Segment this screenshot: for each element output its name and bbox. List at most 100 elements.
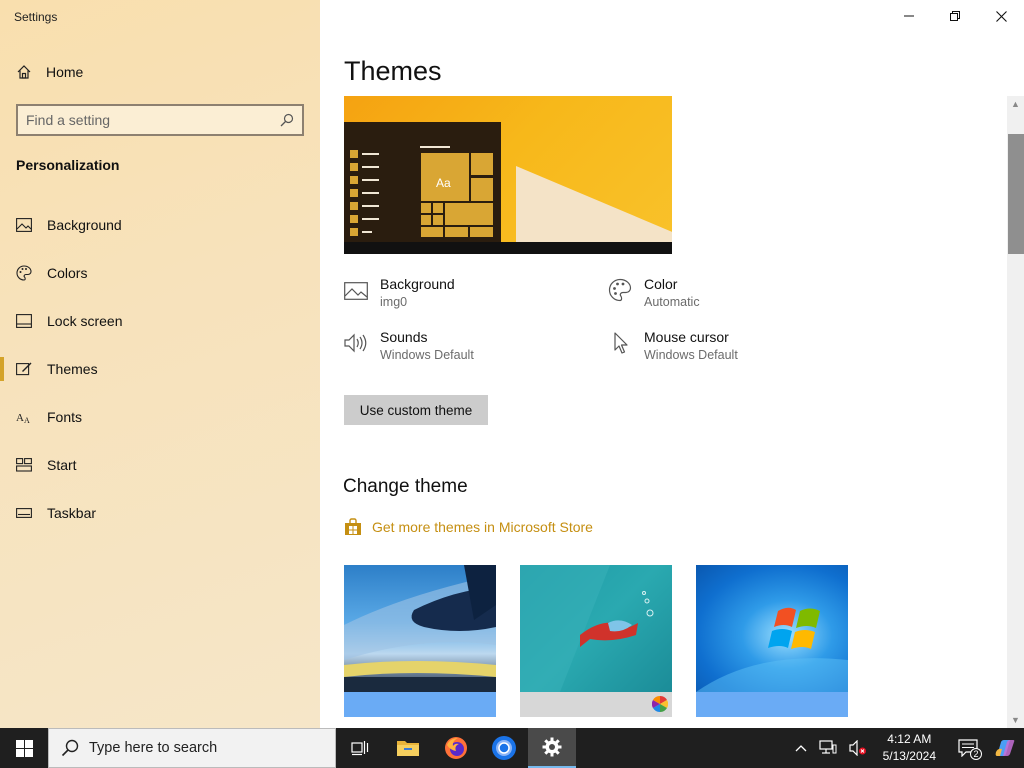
svg-text:A: A [24, 416, 30, 424]
gear-icon [542, 737, 562, 757]
task-view-button[interactable] [336, 728, 384, 768]
network-icon [819, 740, 837, 754]
background-property[interactable]: Background img0 [344, 276, 455, 309]
search-icon[interactable] [280, 113, 294, 127]
copilot-icon [995, 740, 1015, 756]
clock[interactable]: 4:12 AM 5/13/2024 [873, 731, 946, 765]
theme-color-strip [520, 692, 672, 717]
sidebar: Settings Home Personalization Background… [0, 0, 320, 728]
theme-thumbnail-2[interactable] [520, 565, 672, 717]
mouse-cursor-property[interactable]: Mouse cursor Windows Default [608, 329, 738, 362]
property-value: Windows Default [380, 348, 474, 362]
sidebar-item-label: Fonts [47, 409, 83, 425]
store-link-label: Get more themes in Microsoft Store [372, 519, 593, 535]
change-theme-title: Change theme [343, 476, 468, 497]
taskbar-search-placeholder: Type here to search [89, 740, 218, 756]
palette-icon [16, 265, 32, 281]
clock-date: 5/13/2024 [882, 749, 936, 763]
app-title: Settings [14, 10, 58, 24]
clock-time: 4:12 AM [887, 732, 932, 746]
property-name: Color [644, 276, 678, 292]
home-link[interactable]: Home [16, 64, 83, 80]
network-button[interactable] [813, 728, 843, 768]
taskbar-search-box[interactable]: Type here to search [48, 728, 336, 768]
folder-icon [397, 741, 419, 756]
theme-preview: Aa [344, 96, 672, 254]
copilot-button[interactable] [990, 728, 1024, 768]
chrome-button[interactable] [480, 728, 528, 768]
cursor-icon [614, 332, 628, 354]
file-explorer-button[interactable] [384, 728, 432, 768]
scroll-up-arrow[interactable]: ▲ [1007, 98, 1024, 110]
start-button[interactable] [0, 728, 48, 768]
section-title: Personalization [16, 157, 120, 173]
firefox-icon [445, 737, 467, 759]
scroll-thumb[interactable] [1008, 134, 1024, 254]
minimize-icon [904, 15, 914, 17]
property-value: img0 [380, 295, 408, 309]
property-value: Windows Default [644, 348, 738, 362]
sidebar-nav: Background Colors Lock screen Themes AA … [0, 201, 320, 537]
sidebar-item-label: Themes [47, 361, 98, 377]
start-icon [16, 457, 32, 473]
theme-image [520, 565, 672, 692]
picture-icon [16, 217, 32, 233]
taskbar: Type here to search 4:12 AM 5/13/2024 2 [0, 728, 1024, 768]
sidebar-item-taskbar[interactable]: Taskbar [0, 489, 320, 537]
sidebar-item-background[interactable]: Background [0, 201, 320, 249]
restore-button[interactable] [932, 0, 978, 32]
close-button[interactable] [978, 0, 1024, 32]
sidebar-item-label: Start [47, 457, 77, 473]
sidebar-item-label: Background [47, 217, 122, 233]
window-controls [886, 0, 1024, 32]
vertical-scrollbar[interactable]: ▲ ▼ [1007, 96, 1024, 728]
sidebar-item-fonts[interactable]: AA Fonts [0, 393, 320, 441]
windows-logo-icon [15, 739, 33, 757]
property-name: Background [380, 276, 455, 292]
sidebar-item-start[interactable]: Start [0, 441, 320, 489]
show-hidden-icons-button[interactable] [789, 728, 813, 768]
color-property[interactable]: Color Automatic [608, 276, 700, 309]
property-name: Sounds [380, 329, 428, 345]
sidebar-item-lock-screen[interactable]: Lock screen [0, 297, 320, 345]
taskbar-icon [16, 505, 32, 521]
sidebar-item-label: Lock screen [47, 313, 123, 329]
restore-icon [950, 11, 960, 21]
property-name: Mouse cursor [644, 329, 729, 345]
palette-icon [608, 278, 632, 302]
main-content: Themes Aa Background img0 Color Automati… [320, 0, 1024, 728]
minimize-button[interactable] [886, 0, 932, 32]
settings-taskbar-button[interactable] [528, 728, 576, 768]
scroll-down-arrow[interactable]: ▼ [1007, 714, 1024, 726]
sounds-property[interactable]: Sounds Windows Default [344, 329, 474, 362]
theme-image [696, 565, 848, 692]
use-custom-theme-button[interactable]: Use custom theme [344, 395, 488, 425]
volume-button[interactable] [843, 728, 873, 768]
theme-image [344, 565, 496, 692]
preview-taskbar [344, 242, 672, 254]
preview-start-menu [344, 122, 501, 242]
sidebar-item-themes[interactable]: Themes [0, 345, 320, 393]
close-icon [995, 10, 1007, 22]
preview-sample-text: Aa [436, 176, 451, 190]
chrome-icon [492, 736, 516, 760]
home-icon [17, 65, 31, 79]
store-icon [345, 518, 361, 535]
volume-muted-icon [849, 740, 866, 756]
color-wheel-icon [652, 696, 668, 712]
sidebar-item-colors[interactable]: Colors [0, 249, 320, 297]
property-value: Automatic [644, 295, 700, 309]
theme-thumbnail-3[interactable] [696, 565, 848, 717]
svg-text:A: A [16, 412, 24, 424]
theme-thumbnail-1[interactable] [344, 565, 496, 717]
action-center-button[interactable]: 2 [946, 728, 990, 768]
find-setting-search[interactable] [16, 104, 304, 136]
sidebar-item-label: Colors [47, 265, 88, 281]
system-tray: 4:12 AM 5/13/2024 2 [789, 728, 1024, 768]
home-label: Home [46, 64, 84, 80]
task-view-icon [351, 741, 369, 756]
microsoft-store-link[interactable]: Get more themes in Microsoft Store [344, 518, 593, 536]
picture-icon [344, 282, 368, 300]
firefox-button[interactable] [432, 728, 480, 768]
find-setting-input[interactable] [26, 112, 280, 128]
